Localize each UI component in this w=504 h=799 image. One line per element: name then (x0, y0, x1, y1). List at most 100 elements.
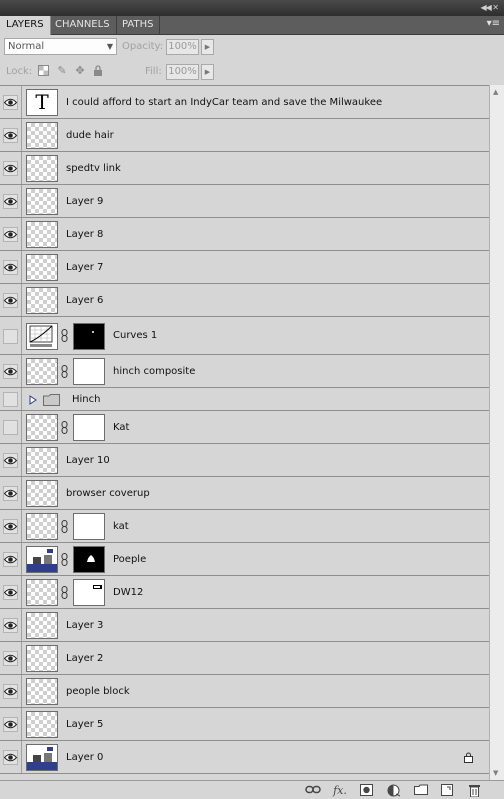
tab-layers[interactable]: LAYERS (0, 16, 51, 36)
layer-mask-thumbnail[interactable] (73, 579, 105, 606)
tab-channels[interactable]: CHANNELS (49, 16, 117, 35)
layer-thumbnail[interactable] (26, 287, 58, 314)
mask-link-icon[interactable] (61, 329, 69, 343)
layer-row[interactable]: Layer 10 (0, 444, 489, 477)
add-mask-icon[interactable] (359, 784, 373, 797)
layer-row[interactable]: spedtv link (0, 152, 489, 185)
fill-field[interactable]: 100% (166, 64, 199, 80)
layer-thumbnail[interactable] (26, 678, 58, 705)
layer-thumbnail[interactable] (26, 122, 58, 149)
visibility-toggle[interactable] (0, 251, 22, 283)
layer-row[interactable]: Kat (0, 411, 489, 444)
layer-thumbnail[interactable] (26, 188, 58, 215)
visibility-toggle[interactable] (0, 444, 22, 476)
visibility-toggle[interactable] (0, 477, 22, 509)
layer-row[interactable]: Layer 0 (0, 741, 489, 774)
layer-row[interactable]: Hinch (0, 388, 489, 411)
fill-slider-arrow-icon[interactable]: ▶ (201, 64, 214, 80)
visibility-toggle[interactable] (0, 411, 22, 443)
visibility-toggle[interactable] (0, 86, 22, 118)
new-layer-icon[interactable] (440, 784, 454, 797)
layer-row[interactable]: Layer 6 (0, 284, 489, 317)
trash-icon[interactable] (468, 784, 480, 798)
layer-row[interactable]: DW12 (0, 576, 489, 609)
layer-row[interactable]: Layer 5 (0, 708, 489, 741)
visibility-toggle[interactable] (0, 576, 22, 608)
photo-thumbnail[interactable] (26, 546, 58, 573)
layer-mask-thumbnail[interactable] (73, 513, 105, 540)
photo-thumbnail[interactable] (26, 744, 58, 771)
layer-thumbnail[interactable] (26, 447, 58, 474)
curves-adjustment-icon[interactable] (26, 323, 58, 350)
layer-mask-thumbnail[interactable] (73, 358, 105, 385)
lock-paint-icon[interactable]: ✎ (56, 65, 68, 77)
visibility-toggle[interactable] (0, 510, 22, 542)
visibility-toggle[interactable] (0, 284, 22, 316)
layer-thumbnail[interactable] (26, 414, 58, 441)
mask-link-icon[interactable] (61, 520, 69, 534)
collapse-icon[interactable]: ◀◀ ✕ (480, 3, 499, 12)
mask-link-icon[interactable] (61, 421, 69, 435)
link-layers-icon[interactable] (305, 784, 321, 797)
layer-thumbnail[interactable] (26, 513, 58, 540)
layer-row[interactable]: Layer 3 (0, 609, 489, 642)
visibility-toggle[interactable] (0, 609, 22, 641)
mask-link-icon[interactable] (61, 586, 69, 600)
layer-row[interactable]: Curves 1 (0, 317, 489, 355)
layer-thumbnail[interactable] (26, 579, 58, 606)
visibility-toggle[interactable] (0, 675, 22, 707)
scroll-up-icon[interactable]: ▲ (493, 88, 498, 96)
visibility-toggle[interactable] (0, 218, 22, 250)
mask-link-icon[interactable] (61, 365, 69, 379)
opacity-slider-arrow-icon[interactable]: ▶ (201, 39, 214, 55)
visibility-toggle[interactable] (0, 388, 22, 410)
panel-menu-icon[interactable]: ▾≡ (487, 18, 500, 29)
visibility-toggle[interactable] (0, 317, 22, 354)
visibility-toggle[interactable] (0, 741, 22, 773)
visibility-toggle[interactable] (0, 119, 22, 151)
new-group-icon[interactable] (414, 784, 428, 797)
layer-thumbnail[interactable] (26, 612, 58, 639)
layer-mask-thumbnail[interactable] (73, 546, 105, 573)
layer-mask-thumbnail[interactable] (73, 414, 105, 441)
blend-mode-select[interactable]: Normal ▼ (4, 38, 117, 55)
layer-row[interactable]: T I could afford to start an IndyCar team… (0, 86, 489, 119)
layers-scrollbar[interactable]: ▲ ▼ (489, 85, 504, 780)
expand-triangle-icon[interactable] (29, 395, 37, 405)
eye-icon (4, 720, 17, 729)
layer-thumbnail[interactable] (26, 358, 58, 385)
layer-thumbnail[interactable] (26, 480, 58, 507)
layer-thumbnail[interactable] (26, 711, 58, 738)
visibility-toggle[interactable] (0, 708, 22, 740)
layer-row[interactable]: Layer 8 (0, 218, 489, 251)
layer-thumbnail[interactable] (26, 221, 58, 248)
lock-all-icon[interactable] (92, 65, 104, 77)
visibility-toggle[interactable] (0, 543, 22, 575)
layer-row[interactable]: Layer 9 (0, 185, 489, 218)
layer-mask-thumbnail[interactable] (73, 323, 105, 350)
layer-row[interactable]: Poeple (0, 543, 489, 576)
visibility-toggle[interactable] (0, 355, 22, 387)
mask-link-icon[interactable] (61, 553, 69, 567)
visibility-toggle[interactable] (0, 185, 22, 217)
layer-thumbnail[interactable] (26, 254, 58, 281)
adjustment-layer-icon[interactable] (386, 784, 402, 797)
scroll-down-icon[interactable]: ▼ (493, 769, 498, 777)
layer-row[interactable]: dude hair (0, 119, 489, 152)
tab-paths[interactable]: PATHS (116, 16, 161, 35)
visibility-toggle[interactable] (0, 152, 22, 184)
layer-row[interactable]: kat (0, 510, 489, 543)
layer-thumbnail[interactable] (26, 155, 58, 182)
layer-row[interactable]: browser coverup (0, 477, 489, 510)
opacity-field[interactable]: 100% (166, 39, 199, 55)
lock-transparent-icon[interactable] (37, 65, 49, 77)
layer-thumbnail[interactable] (26, 645, 58, 672)
layer-row[interactable]: Layer 7 (0, 251, 489, 284)
text-layer-icon[interactable]: T (26, 89, 58, 116)
layer-row[interactable]: hinch composite (0, 355, 489, 388)
layer-row[interactable]: Layer 2 (0, 642, 489, 675)
lock-move-icon[interactable]: ✥ (74, 65, 86, 77)
fx-icon[interactable]: fx. (332, 784, 348, 797)
visibility-toggle[interactable] (0, 642, 22, 674)
layer-row[interactable]: people block (0, 675, 489, 708)
